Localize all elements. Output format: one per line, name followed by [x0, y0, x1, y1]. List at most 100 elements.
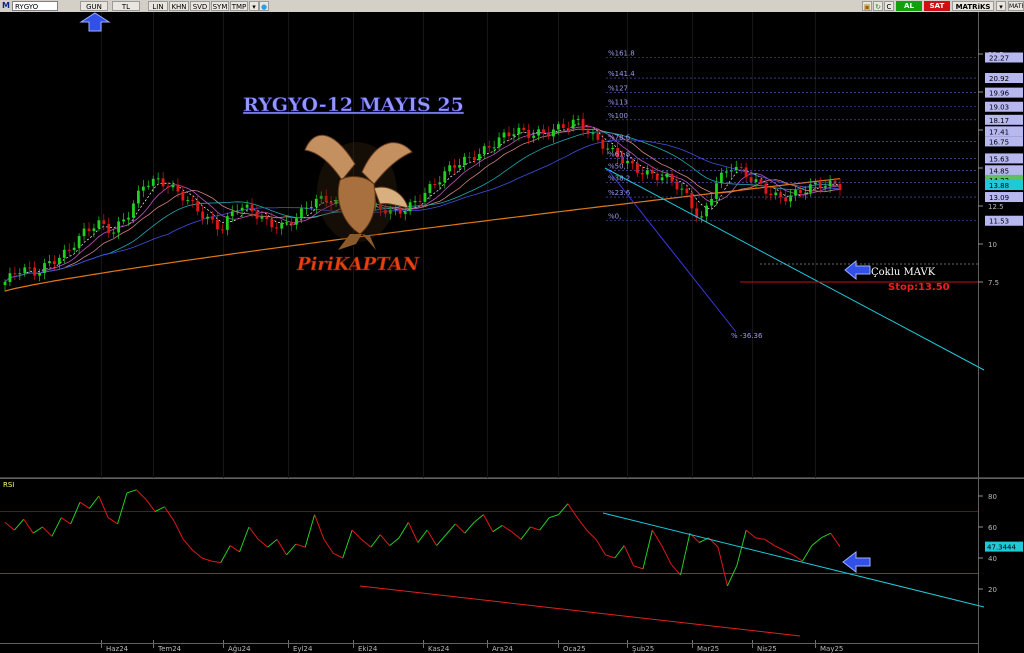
- candle-body: [645, 169, 649, 175]
- candle-body: [265, 216, 269, 219]
- candle-body: [779, 192, 783, 198]
- candle-body: [201, 211, 205, 219]
- candle-body: [552, 129, 555, 137]
- volume-button[interactable]: SVD: [190, 1, 210, 11]
- candle-body: [527, 130, 531, 138]
- date-label: Nis25: [757, 645, 777, 653]
- candle-body: [181, 191, 185, 201]
- candle-body: [596, 133, 600, 140]
- candle-body: [818, 182, 822, 188]
- price-box-label: 16.75: [989, 138, 1009, 146]
- rsi-chart[interactable]: RSI 80 60 40 20 47.3444 Haz24 Tem24 Ağu24 Eyl2…: [0, 478, 1024, 653]
- candle-body: [710, 198, 713, 206]
- symbol-field[interactable]: RYGYO: [12, 1, 58, 11]
- candle-body: [250, 204, 254, 212]
- symbol-button[interactable]: SYM: [211, 1, 229, 11]
- candle-body: [690, 193, 694, 209]
- candle-body: [102, 220, 106, 224]
- candle-body: [270, 218, 274, 228]
- candle-body: [423, 192, 427, 202]
- twitter-icon[interactable]: ●: [259, 1, 269, 11]
- candle-body: [660, 177, 664, 181]
- candle-body: [453, 165, 457, 168]
- candle-body: [724, 171, 728, 173]
- drawdown-label: % -36.36: [731, 332, 763, 340]
- app-logo: M: [2, 1, 10, 10]
- signal-label: Çoklu MAVK: [871, 267, 936, 278]
- buy-button[interactable]: AL: [896, 1, 922, 11]
- date-label: Ağu24: [228, 645, 251, 653]
- date-label: May25: [820, 645, 843, 653]
- candle-body: [216, 219, 219, 230]
- candle-body: [186, 200, 190, 202]
- candle-body: [295, 218, 298, 225]
- candle-body: [137, 190, 140, 204]
- candle-body: [769, 193, 773, 196]
- candle-body: [670, 173, 674, 182]
- candle-body: [280, 222, 284, 229]
- candle-body: [739, 166, 743, 168]
- matriks-button[interactable]: MATRiKS: [952, 1, 994, 11]
- price-tick-label: 7.5: [988, 279, 999, 287]
- candle-body: [700, 216, 704, 218]
- candle-body: [705, 205, 708, 217]
- period-indicator-arrow-icon: [79, 12, 111, 32]
- settings-icon[interactable]: ▣: [862, 1, 872, 11]
- candle-body: [206, 216, 209, 219]
- candle-body: [72, 247, 76, 250]
- candle-body: [482, 146, 486, 155]
- candle-chart-button[interactable]: KHN: [169, 1, 189, 11]
- price-chart[interactable]: 22.52017.51512.5107.5 %161.8%141.4%127%1…: [0, 12, 1024, 478]
- candle-body: [487, 146, 491, 148]
- sell-button[interactable]: SAT: [924, 1, 950, 11]
- candle-body: [196, 200, 200, 212]
- candle-body: [512, 134, 516, 137]
- period-button[interactable]: GUN: [80, 1, 108, 11]
- currency-button[interactable]: TL: [112, 1, 140, 11]
- candle-body: [463, 156, 466, 166]
- candle-body: [547, 132, 550, 137]
- candle-body: [838, 183, 842, 191]
- fib-label: %100: [608, 112, 628, 120]
- candle-body: [18, 273, 22, 275]
- candle-body: [655, 173, 659, 181]
- fib-label: %127: [608, 85, 628, 93]
- c-button[interactable]: C: [884, 1, 894, 11]
- candle-body: [685, 188, 689, 194]
- candle-body: [300, 208, 303, 219]
- price-box-label: 20.92: [989, 75, 1009, 83]
- minimize-icon[interactable]: ▾: [996, 1, 1006, 11]
- candle-body: [636, 163, 639, 173]
- candle-body: [561, 124, 565, 129]
- candle-body: [122, 219, 125, 222]
- price-tick-label: 12.5: [988, 203, 1004, 211]
- candle-body: [507, 132, 511, 137]
- candle-body: [112, 232, 116, 234]
- candle-body: [665, 173, 669, 178]
- candle-body: [275, 227, 279, 229]
- candle-body: [314, 198, 318, 208]
- fib-label: %78.6: [608, 133, 631, 141]
- rsi-tick-label: 60: [988, 524, 997, 532]
- matriks-button-2[interactable]: MATRiKS: [1008, 1, 1024, 11]
- date-label: Haz24: [106, 645, 129, 653]
- candle-body: [43, 263, 46, 274]
- candle-body: [97, 220, 101, 229]
- candle-body: [151, 178, 155, 186]
- refresh-icon[interactable]: ↻: [873, 1, 883, 11]
- candle-body: [8, 273, 12, 282]
- candle-body: [220, 229, 224, 231]
- candle-body: [428, 184, 432, 193]
- price-box-label: 11.53: [989, 218, 1009, 226]
- dropdown-arrow-icon[interactable]: ▾: [249, 1, 259, 11]
- line-chart-button[interactable]: LIN: [148, 1, 168, 11]
- candle-body: [161, 178, 165, 187]
- candle-body: [82, 228, 86, 237]
- chart-title: RYGYO-12 MAYIS 25: [243, 94, 464, 116]
- price-tick-label: 10: [988, 241, 997, 249]
- candle-body: [235, 210, 239, 212]
- template-button[interactable]: TMP: [230, 1, 248, 11]
- candle-body: [492, 147, 496, 149]
- candle-body: [87, 228, 91, 232]
- candle-body: [304, 207, 308, 209]
